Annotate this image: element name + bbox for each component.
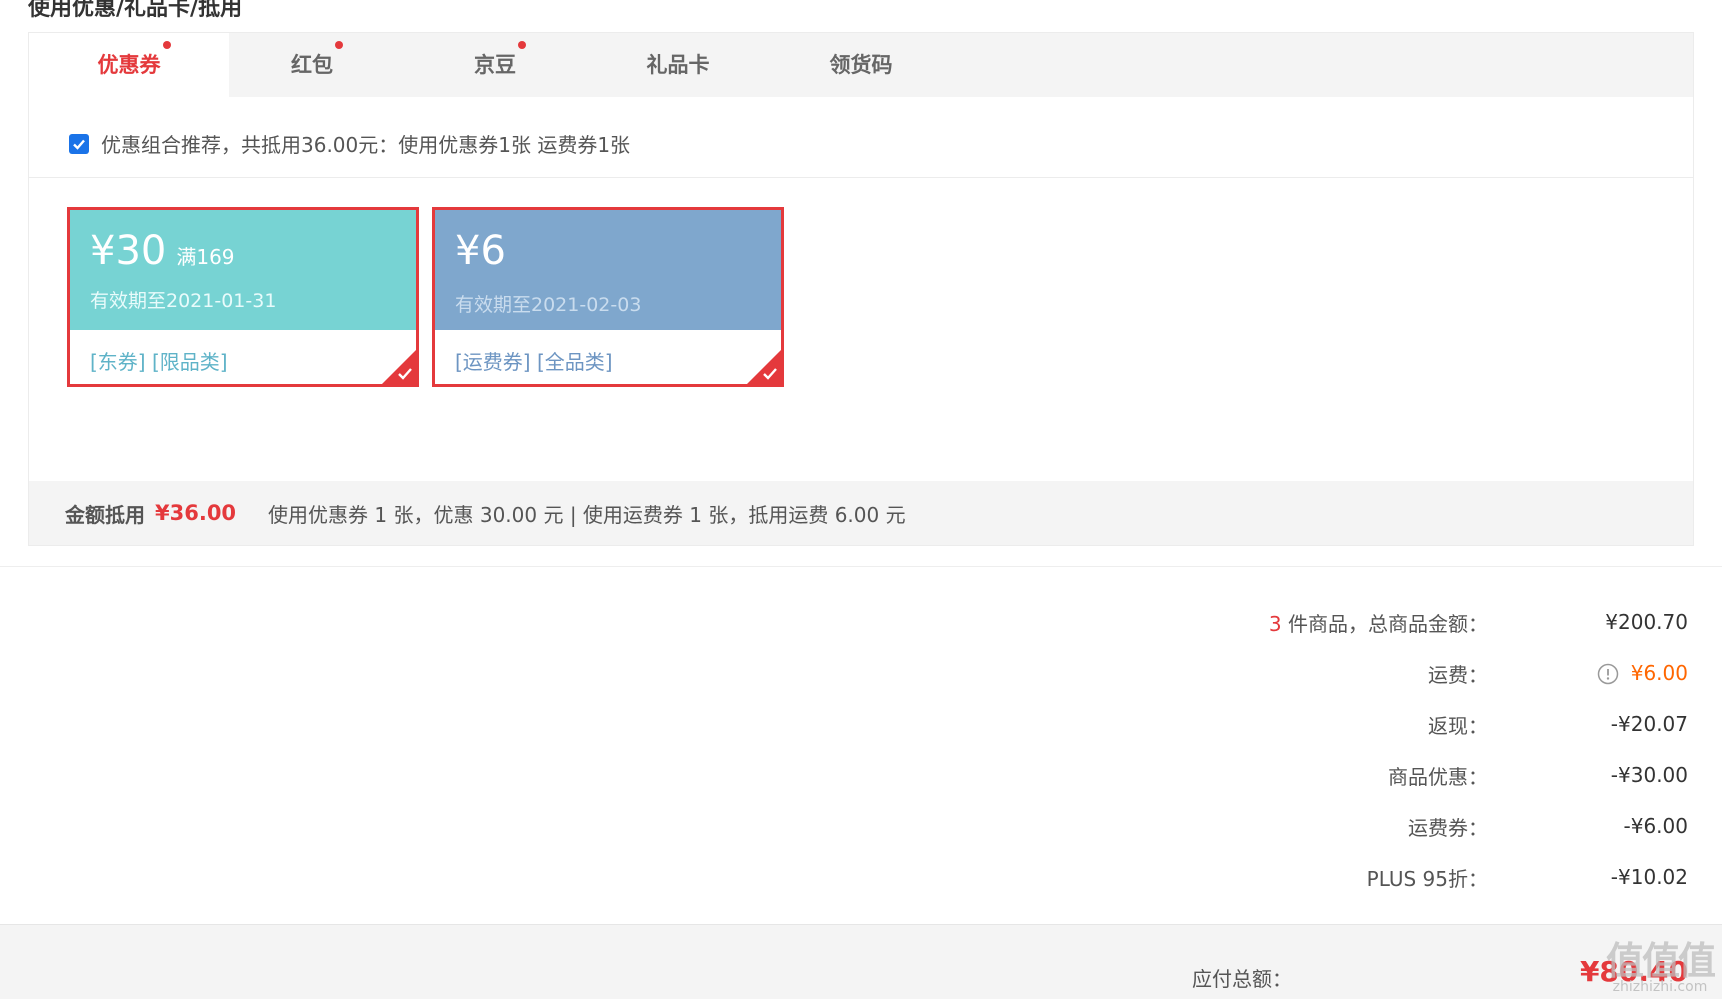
goods-count: 3 xyxy=(1268,611,1282,636)
coupon-card-shipping[interactable]: ¥6 有效期至2021-02-03 [运费券] [全品类] xyxy=(432,207,784,387)
tab-redpacket[interactable]: 红包 xyxy=(212,33,412,97)
tab-redpacket-label: 红包 xyxy=(291,53,333,77)
discount-panel: 优惠券 红包 京豆 礼品卡 领货码 优惠组合推荐，共抵用36.00元：使用优惠券… xyxy=(28,32,1694,546)
cashback-row: 返现： -¥20.07 xyxy=(1128,704,1688,744)
goods-total-value: ¥200.70 xyxy=(1605,610,1688,634)
coupon-tags: [东券] [限品类] xyxy=(90,350,228,374)
watermark-logo: 值值值 zhizhizhi.com xyxy=(1605,930,1716,995)
notification-dot xyxy=(162,41,171,49)
plus-discount-value: -¥10.02 xyxy=(1610,865,1688,889)
tab-bar: 优惠券 红包 京豆 礼品卡 领货码 xyxy=(29,33,1693,97)
tab-jingdou-label: 京豆 xyxy=(474,53,516,77)
summary-label: 金额抵用 xyxy=(65,502,145,527)
recommend-checkbox[interactable] xyxy=(69,133,89,154)
goods-discount-value: -¥30.00 xyxy=(1610,763,1688,787)
notification-dot xyxy=(335,41,343,49)
payable-total-label: 应付总额： xyxy=(1192,967,1292,991)
summary-detail: 使用优惠券 1 张，优惠 30.00 元 | 使用运费券 1 张，抵用运费 6.… xyxy=(268,502,906,527)
shipping-coupon-row: 运费券： -¥6.00 xyxy=(1128,806,1688,846)
coupon-amount: ¥6 xyxy=(455,228,506,274)
goods-discount-row: 商品优惠： -¥30.00 xyxy=(1128,755,1688,795)
coupon-condition: 满169 xyxy=(176,245,235,269)
recommend-text: 优惠组合推荐，共抵用36.00元：使用优惠券1张 运费券1张 xyxy=(101,133,631,157)
info-icon[interactable] xyxy=(1597,663,1619,685)
tab-pickup-code-label: 领货码 xyxy=(829,53,893,77)
plus-discount-row: PLUS 95折： -¥10.02 xyxy=(1128,857,1688,897)
coupon-tags: [运费券] [全品类] xyxy=(455,350,613,374)
shipping-label: 运费： xyxy=(1428,662,1488,687)
cashback-value: -¥20.07 xyxy=(1610,712,1688,736)
divider xyxy=(0,566,1722,567)
tab-jingdou[interactable]: 京豆 xyxy=(395,33,595,97)
shipping-value: ¥6.00 xyxy=(1630,660,1688,685)
divider xyxy=(29,177,1693,178)
goods-total-row: 3 件商品，总商品金额： ¥200.70 xyxy=(1128,602,1688,642)
tab-coupon[interactable]: 优惠券 xyxy=(29,33,229,97)
summary-amount: ¥36.00 xyxy=(155,501,237,525)
selected-check-icon xyxy=(763,368,777,380)
tab-giftcard[interactable]: 礼品卡 xyxy=(578,33,778,97)
coupon-expiry: 有效期至2021-01-31 xyxy=(90,290,277,312)
shipping-coupon-label: 运费券： xyxy=(1408,815,1488,840)
tab-giftcard-label: 礼品卡 xyxy=(646,53,710,77)
notification-dot xyxy=(518,41,526,49)
cashback-label: 返现： xyxy=(1428,713,1488,738)
coupon-header: ¥30 满169 有效期至2021-01-31 xyxy=(70,210,416,330)
coupon-expiry: 有效期至2021-02-03 xyxy=(455,294,642,316)
goods-discount-label: 商品优惠： xyxy=(1388,764,1488,789)
plus-discount-label: PLUS 95折： xyxy=(1366,866,1488,891)
coupon-header: ¥6 有效期至2021-02-03 xyxy=(435,210,781,330)
shipping-row: 运费： ¥6.00 xyxy=(1128,653,1688,693)
watermark-url: zhizhizhi.com xyxy=(1612,979,1708,995)
coupon-amount: ¥30 xyxy=(90,228,167,274)
watermark-logo-mark: 值值值 xyxy=(1605,939,1716,983)
discount-summary-bar: 金额抵用 ¥36.00 使用优惠券 1 张，优惠 30.00 元 | 使用运费券… xyxy=(29,481,1693,545)
selected-check-icon xyxy=(398,368,412,380)
section-title: 使用优惠/礼品卡/抵用 xyxy=(28,0,243,21)
tab-coupon-label: 优惠券 xyxy=(97,53,161,77)
payable-footer: 应付总额： ¥80.40 值值值 zhizhizhi.com xyxy=(0,924,1722,999)
tab-pickup-code[interactable]: 领货码 xyxy=(761,33,961,97)
recommend-row: 优惠组合推荐，共抵用36.00元：使用优惠券1张 运费券1张 xyxy=(69,129,630,158)
coupon-card-dongquan[interactable]: ¥30 满169 有效期至2021-01-31 [东券] [限品类] xyxy=(67,207,419,387)
shipping-coupon-value: -¥6.00 xyxy=(1623,814,1688,838)
goods-total-label: 件商品，总商品金额： xyxy=(1281,611,1488,636)
check-icon xyxy=(73,139,85,150)
